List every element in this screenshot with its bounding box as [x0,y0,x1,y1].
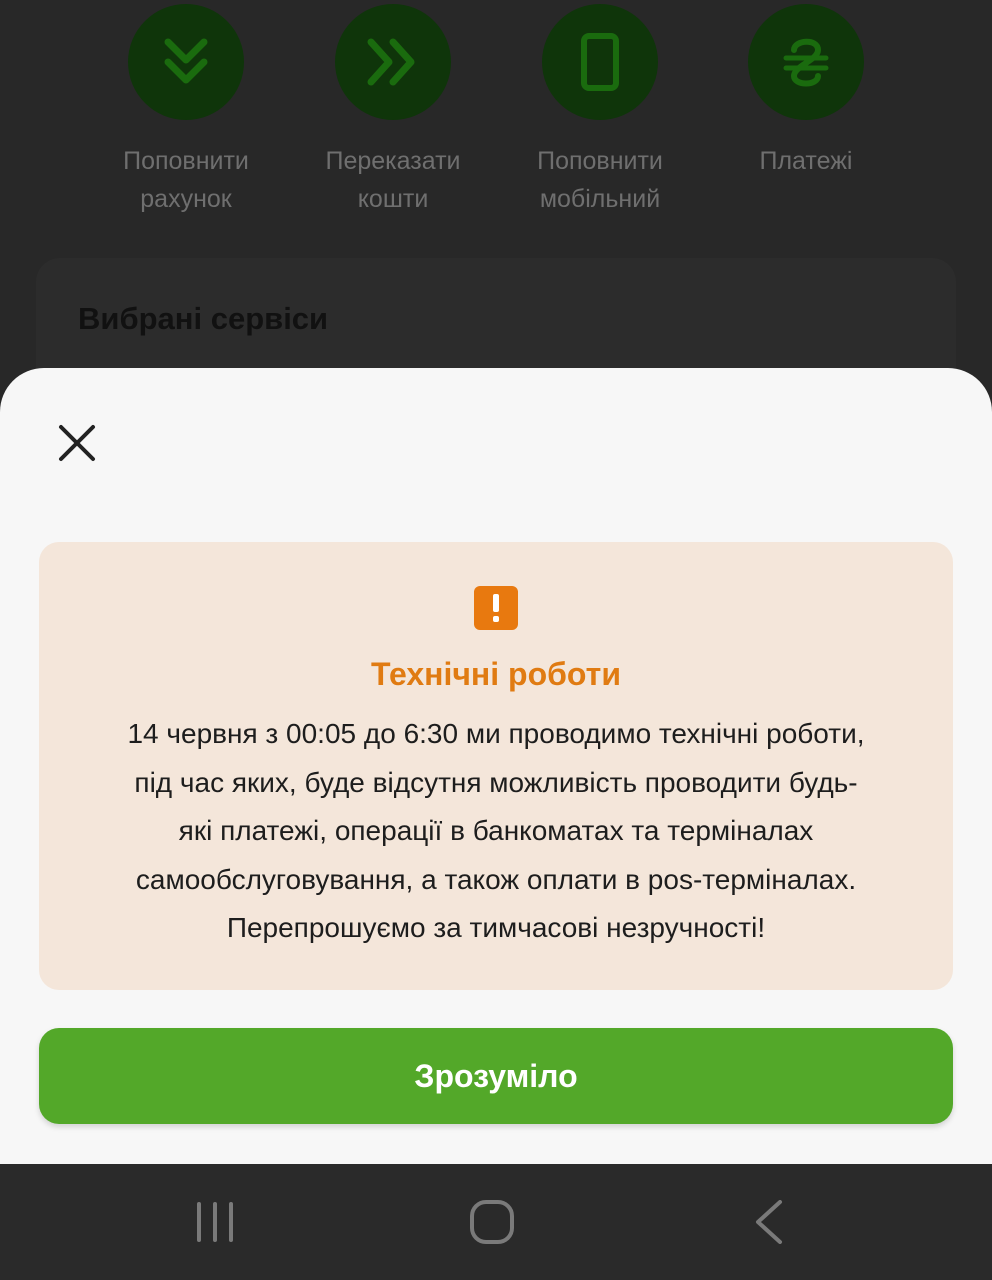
hryvnia-icon [748,4,864,120]
confirm-button[interactable]: Зрозуміло [39,1028,953,1124]
quick-action-label: Поповнити мобільний [537,147,663,213]
back-button[interactable] [710,1164,830,1280]
home-icon [470,1200,514,1244]
double-chevron-down-icon [128,4,244,120]
system-navigation-bar [0,1164,992,1280]
notice-message: 14 червня з 00:05 до 6:30 ми проводимо т… [127,718,865,943]
recent-apps-icon [197,1202,233,1242]
back-icon [756,1200,782,1244]
favorites-title: Вибрані сервіси [78,301,329,336]
quick-action-transfer[interactable]: Переказати кошти [293,4,493,218]
close-icon [59,425,95,461]
recent-apps-button[interactable] [155,1164,275,1280]
close-button[interactable] [52,418,102,468]
quick-action-top-up[interactable]: Поповнити рахунок [86,4,286,218]
quick-actions: Поповнити рахунок Переказати кошти Попов… [0,0,992,230]
quick-action-label: Поповнити рахунок [123,147,249,213]
quick-action-payments[interactable]: Платежі [706,4,906,180]
quick-action-label: Переказати кошти [325,147,461,213]
quick-action-mobile[interactable]: Поповнити мобільний [500,4,700,218]
notice-title: Технічні роботи [371,656,621,692]
quick-action-label: Платежі [759,147,853,175]
home-button[interactable] [432,1164,552,1280]
warning-icon [474,586,518,630]
phone-icon [542,4,658,120]
double-chevron-right-icon [335,4,451,120]
